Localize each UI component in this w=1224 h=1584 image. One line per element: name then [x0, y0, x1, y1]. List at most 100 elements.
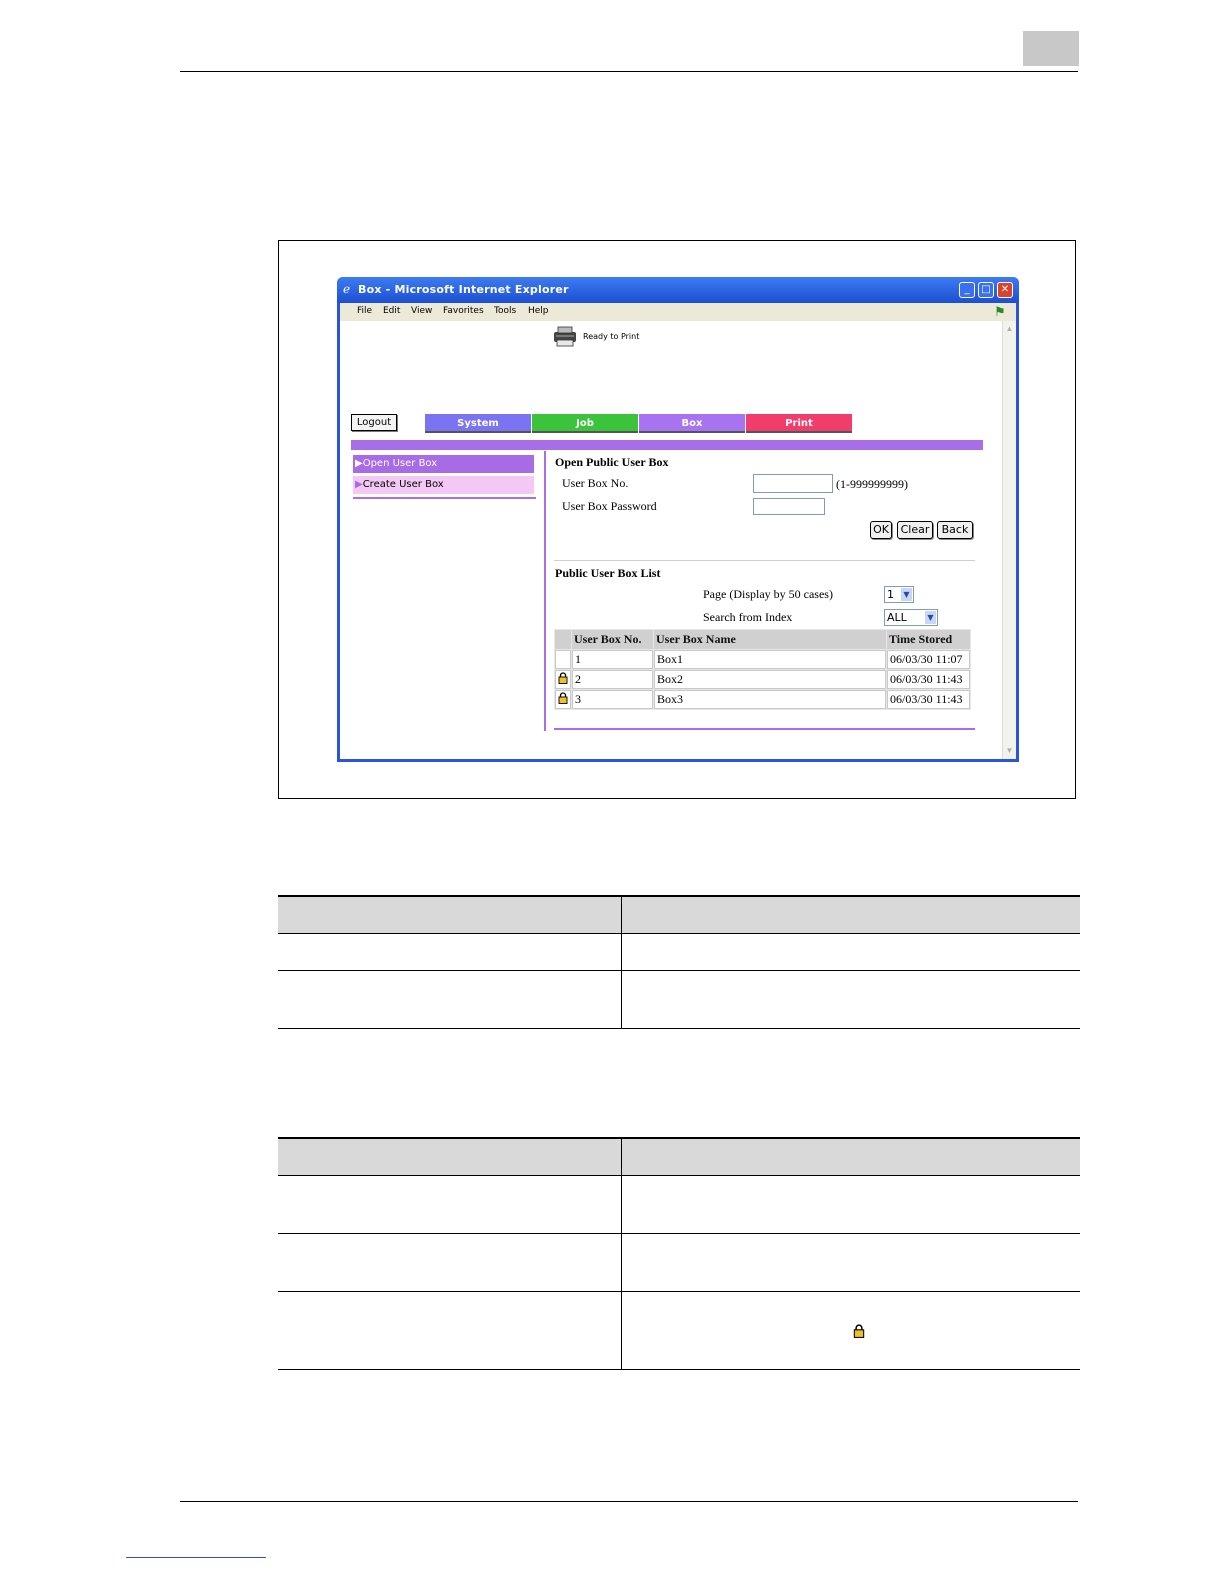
index-label: Search from Index — [703, 610, 793, 624]
box-name-cell[interactable]: Box3 — [654, 690, 886, 709]
menu-bar: File Edit View Favorites Tools Help ⚑ — [340, 303, 1016, 321]
menu-edit[interactable]: Edit — [383, 306, 400, 316]
password-input[interactable] — [753, 498, 825, 515]
time-cell: 06/03/30 11:43 — [887, 690, 970, 709]
sidebar-bottom-rule — [353, 497, 536, 499]
doc-table-row — [278, 1233, 1080, 1292]
clear-button[interactable]: Clear — [897, 521, 933, 539]
close-button[interactable]: ✕ — [997, 282, 1013, 298]
doc-table-cell — [621, 1175, 1080, 1234]
doc-table-cell — [621, 970, 1080, 1029]
open-box-title: Open Public User Box — [555, 455, 669, 469]
doc-table-1 — [278, 895, 1080, 1029]
doc-table-cell — [278, 1291, 622, 1370]
doc-table-row — [278, 1291, 1080, 1370]
title-bar: ℯ Box - Microsoft Internet Explorer _ □ … — [337, 277, 1019, 303]
ok-button[interactable]: OK — [870, 521, 892, 539]
nav-divider-bar — [351, 440, 983, 450]
minimize-button[interactable]: _ — [959, 282, 975, 298]
menu-file[interactable]: File — [357, 306, 372, 316]
lock-cell — [555, 650, 571, 669]
page-viewport: Ready to Print Logout System Job Box Pri… — [340, 321, 1016, 759]
lock-cell — [555, 690, 571, 709]
box-no-hint: (1-999999999) — [836, 477, 908, 491]
lock-icon — [558, 671, 568, 684]
doc-table-row — [278, 970, 1080, 1029]
index-select-value: ALL — [887, 611, 907, 624]
box-no-label: User Box No. — [562, 476, 629, 490]
box-no-cell[interactable]: 1 — [572, 650, 653, 669]
chapter-tab — [1023, 31, 1079, 66]
doc-table-2 — [278, 1137, 1080, 1370]
footer-link-underline — [126, 1557, 266, 1558]
section-separator — [554, 560, 975, 561]
box-name-cell[interactable]: Box1 — [654, 650, 886, 669]
vertical-scrollbar[interactable]: ▲ ▼ — [1002, 321, 1016, 759]
menu-help[interactable]: Help — [528, 306, 549, 316]
list-bottom-rule — [554, 728, 975, 730]
index-select[interactable]: ALL ▼ — [884, 609, 938, 626]
doc-table-header-cell — [621, 895, 1080, 934]
table-row[interactable]: 3 Box3 06/03/30 11:43 — [555, 690, 970, 709]
doc-table-cell — [278, 1233, 622, 1292]
column-header: User Box Name — [654, 630, 886, 649]
menu-view[interactable]: View — [411, 306, 432, 316]
windows-logo-icon: ⚑ — [994, 304, 1006, 319]
column-header: User Box No. — [572, 630, 653, 649]
content-divider — [544, 451, 546, 731]
browser-window: ℯ Box - Microsoft Internet Explorer _ □ … — [337, 277, 1019, 762]
doc-table-cell — [278, 1175, 622, 1234]
doc-table-cell — [278, 970, 622, 1029]
sidebar-item-open-user-box[interactable]: ▶Open User Box — [353, 455, 534, 473]
doc-table-header-row — [278, 895, 1080, 934]
page-label: Page (Display by 50 cases) — [703, 587, 833, 601]
menu-tools[interactable]: Tools — [494, 306, 516, 316]
menu-favorites[interactable]: Favorites — [443, 306, 484, 316]
scroll-down-icon[interactable]: ▼ — [1004, 745, 1015, 756]
box-no-cell[interactable]: 2 — [572, 670, 653, 689]
chevron-down-icon: ▼ — [901, 588, 912, 601]
table-row[interactable]: 2 Box2 06/03/30 11:43 — [555, 670, 970, 689]
lock-cell — [555, 670, 571, 689]
doc-table-header-cell — [621, 1137, 1080, 1176]
header-rule — [180, 71, 1078, 72]
doc-table-header-cell — [278, 895, 622, 934]
table-row[interactable]: 1 Box1 06/03/30 11:07 — [555, 650, 970, 669]
arrow-right-icon: ▶ — [355, 479, 363, 490]
maximize-button[interactable]: □ — [978, 282, 994, 298]
tab-job[interactable]: Job — [532, 414, 638, 433]
tab-box[interactable]: Box — [639, 414, 745, 433]
time-cell: 06/03/30 11:43 — [887, 670, 970, 689]
box-name-cell[interactable]: Box2 — [654, 670, 886, 689]
box-no-cell[interactable]: 3 — [572, 690, 653, 709]
page-select[interactable]: 1 ▼ — [884, 586, 914, 603]
box-no-input[interactable] — [753, 474, 833, 493]
footer-rule — [180, 1501, 1078, 1502]
sidebar-item-create-user-box[interactable]: ▶Create User Box — [353, 476, 534, 494]
box-list-title: Public User Box List — [555, 566, 661, 580]
sidebar-item-label: Create User Box — [362, 479, 444, 490]
printer-icon — [554, 326, 576, 347]
lock-icon — [558, 691, 568, 704]
scroll-up-icon[interactable]: ▲ — [1004, 323, 1015, 334]
doc-table-cell — [621, 933, 1080, 971]
time-cell: 06/03/30 11:07 — [887, 650, 970, 669]
arrow-right-icon: ▶ — [355, 458, 363, 469]
back-button[interactable]: Back — [937, 521, 973, 539]
tab-print[interactable]: Print — [746, 414, 852, 433]
doc-table-row — [278, 1175, 1080, 1234]
lock-icon — [853, 1324, 865, 1338]
table-header-row: User Box No. User Box Name Time Stored — [555, 630, 970, 649]
logout-button[interactable]: Logout — [351, 414, 397, 431]
page-select-value: 1 — [887, 588, 894, 601]
doc-table-cell — [621, 1291, 1080, 1370]
printer-status: Ready to Print — [583, 332, 640, 341]
doc-table-row — [278, 933, 1080, 971]
sidebar-item-label: Open User Box — [362, 458, 438, 469]
doc-table-cell — [621, 1233, 1080, 1292]
chevron-down-icon: ▼ — [925, 611, 936, 624]
user-box-table: User Box No. User Box Name Time Stored 1… — [554, 629, 971, 710]
column-header: Time Stored — [887, 630, 970, 649]
doc-table-header-row — [278, 1137, 1080, 1176]
tab-system[interactable]: System — [425, 414, 531, 433]
